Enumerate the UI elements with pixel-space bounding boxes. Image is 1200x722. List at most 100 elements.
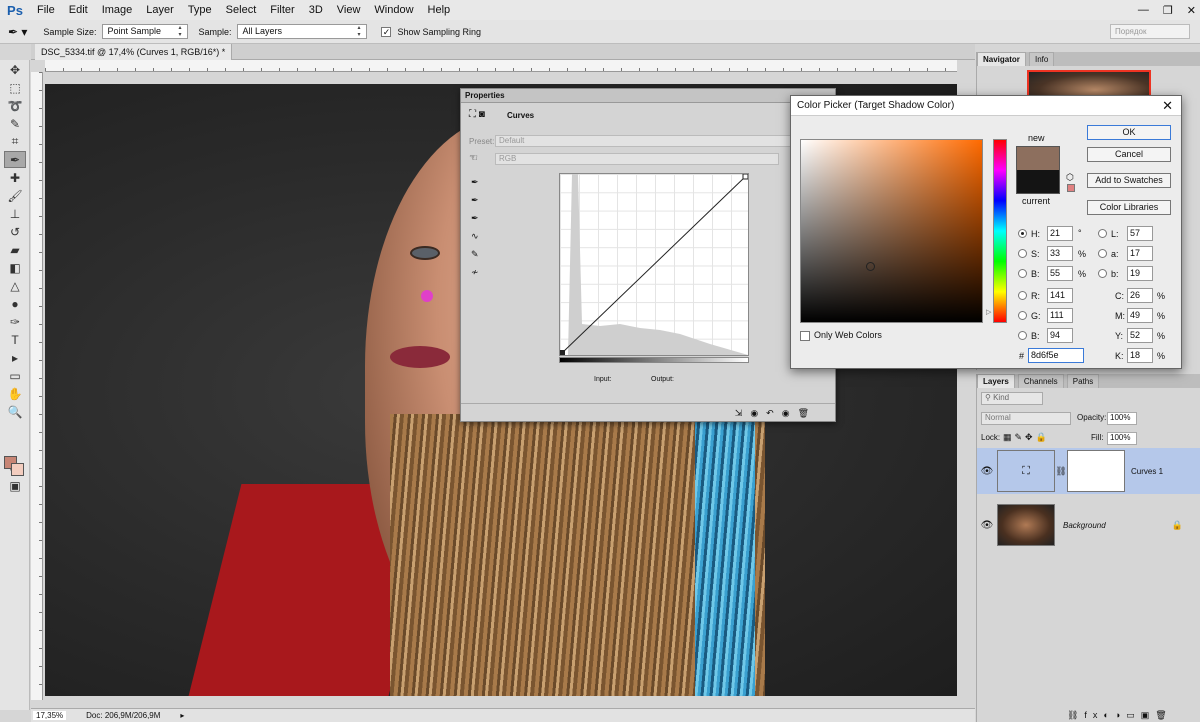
eyedropper-tool-icon[interactable]: ✒ [4,151,26,168]
lock-icons[interactable]: ▦✎✥🔒 [1003,432,1050,443]
ok-button[interactable]: OK [1087,125,1171,140]
color-selector-circle[interactable] [866,262,875,271]
move-tool-icon[interactable]: ✥ [4,61,26,78]
curve-point-shadow[interactable] [560,350,565,355]
g-input[interactable]: 111 [1047,308,1073,323]
menu-file[interactable]: File [30,0,62,20]
c-input[interactable]: 26 [1127,288,1153,303]
cancel-button[interactable]: Cancel [1087,147,1171,162]
target-adjust-icon[interactable]: ☜ [469,153,478,164]
y-input[interactable]: 52 [1127,328,1153,343]
menu-window[interactable]: Window [367,0,420,20]
l-input[interactable]: 57 [1127,226,1153,241]
crop-tool-icon[interactable]: ⌗ [4,133,26,150]
menu-help[interactable]: Help [421,0,458,20]
curve-point-highlight[interactable] [742,174,748,180]
b-radio[interactable] [1018,269,1027,278]
marquee-tool-icon[interactable]: ⬚ [4,79,26,96]
tab-navigator[interactable]: Navigator [977,52,1026,66]
background-color-swatch[interactable] [11,463,24,476]
gradient-tool-icon[interactable]: ◧ [4,259,26,276]
screen-mode-icon[interactable]: ▣ [4,477,26,494]
layer-row-curves[interactable]: 👁 ⛶ ⛓ Curves 1 [977,448,1200,494]
blue-input[interactable]: 94 [1047,328,1073,343]
menu-edit[interactable]: Edit [62,0,95,20]
zoom-level[interactable]: 17,35% [33,711,67,720]
type-tool-icon[interactable]: T [4,331,26,348]
menu-layer[interactable]: Layer [139,0,181,20]
quick-select-tool-icon[interactable]: ✎ [4,115,26,132]
a-input[interactable]: 17 [1127,246,1153,261]
s-input[interactable]: 33 [1047,246,1073,261]
properties-footer-icons[interactable]: ⇲◉↶◉🗑 [461,403,835,421]
channel-select[interactable]: RGB [495,153,779,165]
show-sampling-ring-checkbox[interactable]: ✓ [381,26,392,37]
stamp-tool-icon[interactable]: ⊥ [4,205,26,222]
g-radio[interactable] [1018,311,1027,320]
visibility-eye-icon[interactable]: 👁 [977,520,997,531]
only-web-colors-checkbox[interactable] [800,331,810,341]
layer-footer-icons[interactable]: ⛓fx◐◑▭▣🗑 [1067,710,1173,721]
menu-3d[interactable]: 3D [302,0,330,20]
curves-graph[interactable] [559,173,749,356]
restore-icon[interactable]: ❐ [1163,4,1173,17]
minimize-icon[interactable]: — [1138,4,1149,16]
opacity-input[interactable]: 100% [1107,412,1137,425]
lasso-tool-icon[interactable]: ➰ [4,97,26,114]
shape-tool-icon[interactable]: ▭ [4,367,26,384]
r-radio[interactable] [1018,291,1027,300]
l-radio[interactable] [1098,229,1107,238]
s-radio[interactable] [1018,249,1027,258]
mask-link-icon[interactable]: ⛓ [1055,466,1067,477]
properties-tab[interactable]: Properties [461,89,835,103]
status-menu-arrow-icon[interactable]: ▸ [180,711,184,720]
zoom-tool-icon[interactable]: 🔍 [4,403,26,420]
lab-b-input[interactable]: 19 [1127,266,1153,281]
dodge-tool-icon[interactable]: ● [4,295,26,312]
layer-name[interactable]: Background [1063,521,1172,530]
close-icon[interactable]: ✕ [1162,99,1173,113]
healing-tool-icon[interactable]: ✚ [4,169,26,186]
path-select-tool-icon[interactable]: ▸ [4,349,26,366]
hue-slider-arrow-icon[interactable]: ▷ [986,308,991,316]
sample-select[interactable]: All Layers [237,24,368,39]
visibility-eye-icon[interactable]: 👁 [977,466,997,477]
layer-name[interactable]: Curves 1 [1131,467,1163,476]
close-window-icon[interactable]: ✕ [1187,4,1196,17]
a-radio[interactable] [1098,249,1107,258]
menu-view[interactable]: View [330,0,368,20]
menu-select[interactable]: Select [219,0,264,20]
history-brush-icon[interactable]: ↺ [4,223,26,240]
fill-input[interactable]: 100% [1107,432,1137,445]
curve-tool-icons[interactable]: ✒ ✒ ✒ ∿ ✎ ≁ [471,173,485,281]
blue-radio[interactable] [1018,331,1027,340]
blend-mode-select[interactable]: Normal [981,412,1071,425]
web-safe-warning-swatch[interactable] [1067,184,1075,192]
b-input[interactable]: 55 [1047,266,1073,281]
document-tab[interactable]: DSC_5334.tif @ 17,4% (Curves 1, RGB/16*)… [35,44,233,60]
r-input[interactable]: 141 [1047,288,1073,303]
out-of-gamut-cube-icon[interactable]: ⬡ [1066,172,1074,183]
tab-layers[interactable]: Layers [977,374,1015,388]
layer-mask-thumbnail[interactable] [1067,450,1125,492]
current-color-swatch[interactable] [1016,170,1060,194]
menu-type[interactable]: Type [181,0,219,20]
m-input[interactable]: 49 [1127,308,1153,323]
menu-filter[interactable]: Filter [263,0,301,20]
layer-filter-select[interactable]: ⚲ Kind [981,392,1043,405]
tab-paths[interactable]: Paths [1066,374,1100,388]
add-to-swatches-button[interactable]: Add to Swatches [1087,173,1171,188]
eyedropper-preset-icon[interactable]: ✒ ▾ [8,25,27,39]
layer-row-background[interactable]: 👁 Background 🔒 [977,502,1200,548]
color-libraries-button[interactable]: Color Libraries [1087,200,1171,215]
hue-slider[interactable] [993,139,1007,323]
brush-tool-icon[interactable]: 🖌 [4,187,26,204]
workspace-select[interactable]: Порядок [1110,24,1190,39]
h-input[interactable]: 21 [1047,226,1073,241]
pen-tool-icon[interactable]: ✑ [4,313,26,330]
eraser-tool-icon[interactable]: ▰ [4,241,26,258]
menu-image[interactable]: Image [95,0,140,20]
tab-info[interactable]: Info [1028,52,1055,66]
saturation-brightness-field[interactable] [800,139,983,323]
lab-b-radio[interactable] [1098,269,1107,278]
